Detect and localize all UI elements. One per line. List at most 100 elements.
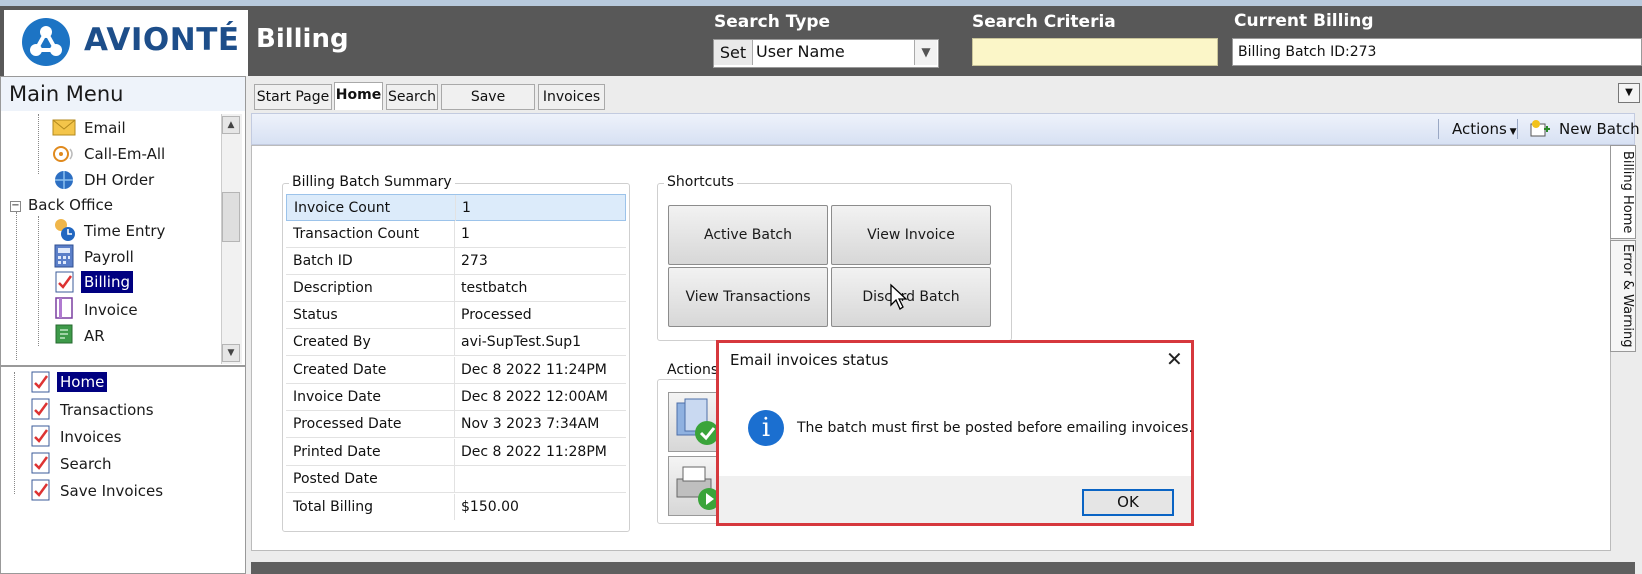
- toolbar-divider: [1517, 119, 1518, 139]
- tab-invoices[interactable]: Invoices: [538, 84, 605, 110]
- summary-key: Status: [293, 307, 338, 323]
- calculator-icon: [52, 244, 74, 268]
- submenu-item-search[interactable]: Search: [60, 455, 112, 473]
- billing-icon: [28, 370, 50, 393]
- summary-value: testbatch: [461, 280, 528, 296]
- tree-line: [14, 372, 15, 494]
- summary-row[interactable]: Total Billing $150.00: [286, 494, 626, 521]
- menu-item-dh-order[interactable]: DH Order: [84, 171, 154, 189]
- view-invoice-button[interactable]: View Invoice: [831, 205, 991, 265]
- close-icon[interactable]: ✕: [1166, 347, 1183, 371]
- submenu-item-invoices[interactable]: Invoices: [60, 428, 121, 446]
- search-type-value: User Name: [756, 42, 845, 61]
- summary-row[interactable]: Printed Date Dec 8 2022 11:28PM: [286, 439, 626, 466]
- summary-row[interactable]: Transaction Count 1: [286, 221, 626, 248]
- summary-row[interactable]: Invoice Date Dec 8 2022 12:00AM: [286, 384, 626, 411]
- submenu-item-save-invoices[interactable]: Save Invoices: [60, 482, 163, 500]
- summary-row[interactable]: Batch ID 273: [286, 248, 626, 275]
- menu-item-payroll[interactable]: Payroll: [84, 248, 134, 266]
- set-button[interactable]: Set: [714, 40, 753, 65]
- discard-batch-button[interactable]: Discard Batch: [831, 267, 991, 327]
- invoice-icon: [52, 296, 74, 319]
- info-icon: i: [748, 410, 784, 446]
- tree-line: [38, 114, 39, 174]
- summary-value: avi-SupTest.Sup1: [461, 334, 582, 350]
- shortcuts-title: Shortcuts: [664, 174, 737, 190]
- summary-key: Total Billing: [293, 499, 374, 515]
- tab-error-warning[interactable]: Error & Warning: [1610, 240, 1636, 352]
- view-transactions-button[interactable]: View Transactions: [668, 267, 828, 327]
- menu-item-email[interactable]: Email: [84, 119, 126, 137]
- menu-item-invoice[interactable]: Invoice: [84, 301, 138, 319]
- dialog-message: The batch must first be posted before em…: [797, 420, 1193, 436]
- page-title: Billing: [256, 24, 349, 54]
- menu-item-billing[interactable]: Billing: [81, 271, 133, 293]
- summary-value: Dec 8 2022 11:24PM: [461, 362, 607, 378]
- summary-row[interactable]: Invoice Count 1: [286, 194, 626, 221]
- summary-row[interactable]: Posted Date: [286, 466, 626, 493]
- summary-key: Printed Date: [293, 444, 381, 460]
- menu-item-ar[interactable]: AR: [84, 327, 105, 345]
- summary-value: Nov 3 2023 7:34AM: [461, 416, 600, 432]
- ok-button[interactable]: OK: [1082, 489, 1174, 516]
- toolbar-divider: [1438, 119, 1439, 139]
- main-menu-title: Main Menu: [9, 82, 124, 106]
- top-strip: [0, 0, 1642, 6]
- summary-row[interactable]: Created By avi-SupTest.Sup1: [286, 329, 626, 356]
- actions-menu-button[interactable]: Actions ▼: [1452, 120, 1517, 138]
- mouse-cursor-icon: [889, 283, 909, 315]
- submenu-item-home[interactable]: Home: [57, 372, 108, 392]
- summary-row[interactable]: Status Processed: [286, 302, 626, 329]
- actions-title: Actions: [664, 362, 722, 378]
- collapse-icon[interactable]: −: [10, 201, 21, 212]
- avionte-logo-icon: [22, 18, 70, 66]
- billing-icon: [28, 397, 50, 420]
- summary-value: 1: [461, 226, 470, 242]
- active-batch-button[interactable]: Active Batch: [668, 205, 828, 265]
- menu-item-call-em-all[interactable]: Call-Em-All: [84, 145, 165, 163]
- billing-icon: [28, 424, 50, 447]
- summary-key: Created By: [293, 334, 371, 350]
- summary-row[interactable]: Created Date Dec 8 2022 11:24PM: [286, 357, 626, 384]
- new-batch-icon: [1529, 118, 1551, 144]
- caret-down-icon: ▼: [1506, 127, 1517, 137]
- menu-item-time-entry[interactable]: Time Entry: [84, 222, 165, 240]
- scroll-down-icon[interactable]: ▼: [222, 344, 240, 362]
- search-criteria-input[interactable]: [972, 38, 1218, 66]
- summary-key: Transaction Count: [293, 226, 420, 242]
- summary-value: Dec 8 2022 11:28PM: [461, 444, 607, 460]
- summary-key: Processed Date: [293, 416, 402, 432]
- summary-row[interactable]: Description testbatch: [286, 275, 626, 302]
- printer-icon: [676, 466, 720, 510]
- tab-search[interactable]: Search: [386, 84, 438, 110]
- tab-home[interactable]: Home: [334, 82, 383, 110]
- dialog-title: Email invoices status: [730, 351, 889, 369]
- summary-key: Created Date: [293, 362, 387, 378]
- billing-batch-summary-title: Billing Batch Summary: [289, 174, 455, 190]
- brand-name: AVIONTÉ: [84, 22, 240, 58]
- chevron-down-icon[interactable]: ▼: [914, 40, 937, 65]
- current-billing-field: Billing Batch ID:273: [1232, 38, 1642, 66]
- summary-key: Posted Date: [293, 471, 378, 487]
- scroll-up-icon[interactable]: ▲: [222, 116, 240, 134]
- billing-icon: [28, 451, 50, 474]
- summary-key: Description: [293, 280, 373, 296]
- post-check-icon: [676, 398, 719, 445]
- summary-row[interactable]: Processed Date Nov 3 2023 7:34AM: [286, 411, 626, 438]
- ar-icon: [52, 322, 74, 344]
- scroll-thumb[interactable]: [222, 192, 240, 242]
- tab-start-page[interactable]: Start Page: [254, 84, 332, 110]
- menu-item-back-office[interactable]: Back Office: [28, 196, 113, 214]
- new-batch-button[interactable]: New Batch: [1559, 120, 1640, 138]
- summary-value: 273: [461, 253, 488, 269]
- tab-billing-home[interactable]: Billing Home: [1610, 145, 1636, 239]
- search-criteria-label: Search Criteria: [972, 12, 1116, 32]
- tab-list-dropdown-icon[interactable]: ▼: [1618, 83, 1640, 103]
- summary-value: $150.00: [461, 499, 519, 515]
- tree-line: [38, 216, 39, 346]
- tab-save-invoices[interactable]: Save Invoices: [441, 84, 535, 129]
- summary-value: 1: [462, 200, 471, 216]
- current-billing-label: Current Billing: [1234, 11, 1374, 31]
- submenu-item-transactions[interactable]: Transactions: [60, 401, 154, 419]
- toolbar: [251, 113, 1635, 145]
